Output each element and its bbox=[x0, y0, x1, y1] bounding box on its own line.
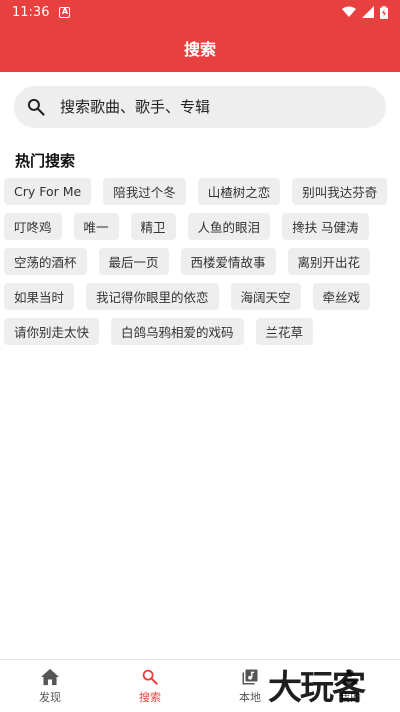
tag-row: 请你别走太快 白鸽乌鸦相爱的戏码 兰花草 bbox=[4, 318, 396, 345]
hot-tag[interactable]: 搀扶 马健涛 bbox=[282, 213, 369, 240]
hot-tag[interactable]: 山楂树之恋 bbox=[197, 178, 281, 205]
tag-row: Cry For Me 陪我过个冬 山楂树之恋 别叫我达芬奇 bbox=[4, 178, 396, 205]
hot-tag[interactable]: 空荡的酒杯 bbox=[4, 248, 87, 275]
hot-tag[interactable]: 唯一 bbox=[73, 213, 119, 240]
nav-item-search[interactable]: 搜索 bbox=[100, 660, 200, 712]
wifi-icon bbox=[342, 6, 356, 17]
tag-row: 空荡的酒杯 最后一页 西楼爱情故事 离别开出花 bbox=[4, 248, 396, 275]
library-music-icon bbox=[242, 669, 258, 684]
hot-tag[interactable]: 别叫我达芬奇 bbox=[292, 178, 388, 205]
status-bar: 11:36 A bbox=[0, 0, 400, 24]
status-time: 11:36 bbox=[12, 4, 50, 20]
hot-tag[interactable]: 西楼爱情故事 bbox=[180, 248, 276, 275]
hot-tag[interactable]: 叮咚鸡 bbox=[4, 213, 62, 240]
hot-tag[interactable]: 请你别走太快 bbox=[4, 318, 100, 345]
battery-icon bbox=[380, 5, 388, 19]
nav-label: 发现 bbox=[39, 690, 61, 704]
hot-tag[interactable]: 牵丝戏 bbox=[312, 283, 371, 310]
search-icon bbox=[142, 669, 158, 685]
hot-tag[interactable]: 陪我过个冬 bbox=[103, 178, 186, 205]
hot-tag[interactable]: 人鱼的眼泪 bbox=[187, 213, 271, 240]
title-bar: 搜索 bbox=[0, 24, 400, 72]
home-icon bbox=[41, 668, 59, 685]
hot-search-tags: Cry For Me 陪我过个冬 山楂树之恋 别叫我达芬奇 叮咚鸡 唯一 精卫 … bbox=[4, 178, 396, 353]
watermark-logo: 大玩客 bbox=[268, 668, 366, 708]
hot-tag[interactable]: 如果当时 bbox=[4, 283, 75, 310]
notification-icon: A bbox=[59, 6, 71, 18]
search-input[interactable] bbox=[60, 98, 340, 116]
nav-label: 本地 bbox=[239, 690, 261, 704]
hot-tag[interactable]: 最后一页 bbox=[98, 248, 169, 275]
hot-tag[interactable]: 我记得你眼里的依恋 bbox=[86, 283, 219, 310]
hot-tag[interactable]: 兰花草 bbox=[255, 318, 314, 345]
tag-row: 叮咚鸡 唯一 精卫 人鱼的眼泪 搀扶 马健涛 bbox=[4, 213, 396, 240]
hot-tag[interactable]: Cry For Me bbox=[4, 178, 92, 205]
hot-search-title: 热门搜索 bbox=[15, 152, 76, 170]
hot-tag[interactable]: 海阔天空 bbox=[230, 283, 301, 310]
hot-tag[interactable]: 精卫 bbox=[130, 213, 176, 240]
nav-item-discover[interactable]: 发现 bbox=[0, 660, 100, 712]
search-icon bbox=[27, 98, 45, 116]
page-title: 搜索 bbox=[183, 40, 216, 59]
nav-label: 搜索 bbox=[139, 690, 161, 704]
tag-row: 如果当时 我记得你眼里的依恋 海阔天空 牵丝戏 bbox=[4, 283, 396, 310]
hot-tag[interactable]: 离别开出花 bbox=[287, 248, 371, 275]
search-bar[interactable] bbox=[14, 86, 386, 128]
hot-tag[interactable]: 白鸽乌鸦相爱的戏码 bbox=[111, 318, 244, 345]
signal-icon bbox=[362, 6, 374, 18]
